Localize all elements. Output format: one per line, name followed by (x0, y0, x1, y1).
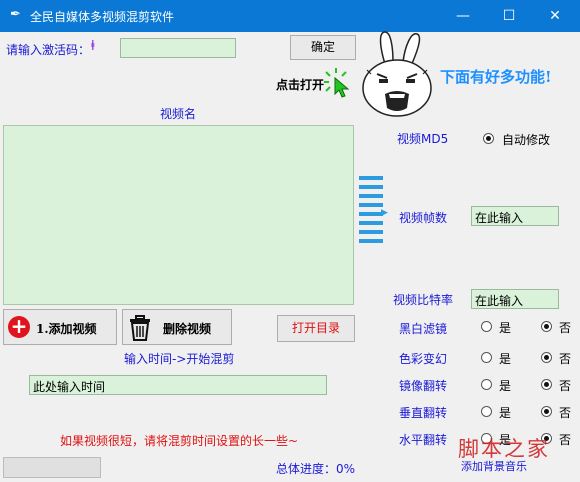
no-label: 否 (559, 321, 572, 335)
window-title: 全民自媒体多视频混剪软件 (30, 10, 175, 24)
no-label: 否 (559, 352, 572, 366)
fps-input[interactable]: 在此输入 (471, 206, 559, 226)
more-features-text: 下面有好多功能! (440, 68, 552, 86)
title-bar: ✒ 全民自媒体多视频混剪软件 — ☐ ✕ (0, 0, 580, 32)
no-label: 否 (559, 406, 572, 420)
yes-radio[interactable] (481, 321, 492, 332)
confirm-button[interactable]: 确定 (290, 35, 356, 60)
rabbit-mascot-icon (362, 31, 432, 117)
yes-label: 是 (499, 321, 512, 335)
add-video-label: 1.添加视频 (36, 322, 97, 336)
video-list[interactable] (3, 125, 354, 305)
toggle-label: 镜像翻转 (399, 379, 448, 393)
arrow-bars-icon (359, 176, 383, 243)
progress-bar (3, 457, 101, 478)
md5-auto-radio[interactable] (483, 133, 494, 144)
yes-label: 是 (499, 379, 512, 393)
add-video-button[interactable]: + 1.添加视频 (3, 309, 117, 345)
no-radio[interactable] (541, 379, 552, 390)
feather-icon: ✒ (10, 7, 21, 22)
yes-label: 是 (499, 406, 512, 420)
md5-label: 视频MD5 (397, 132, 449, 146)
toggle-row-color: 色彩变幻 是 否 (0, 345, 580, 372)
hint-text: 如果视频很短，请将混剪时间设置的长一些~ (60, 434, 299, 448)
toggle-row-vflip: 垂直翻转 是 否 (0, 399, 580, 426)
toggle-label: 色彩变幻 (399, 352, 448, 366)
no-label: 否 (559, 433, 572, 447)
click-open-link[interactable]: 点击打开 (276, 76, 324, 93)
cursor-click-icon (324, 68, 350, 98)
fps-label: 视频帧数 (399, 211, 448, 225)
yes-label: 是 (499, 352, 512, 366)
delete-video-button[interactable]: 删除视频 (122, 309, 232, 345)
yes-radio[interactable] (481, 406, 492, 417)
trash-icon (130, 315, 150, 341)
bitrate-label: 视频比特率 (393, 293, 454, 307)
add-bgm-link[interactable]: 添加背景音乐 (461, 458, 527, 474)
progress-label: 总体进度：0% (276, 462, 356, 476)
activation-label: 请输入激活码： (6, 43, 91, 57)
plus-icon: + (8, 316, 30, 338)
minimize-button[interactable]: — (440, 0, 486, 32)
yes-radio[interactable] (481, 379, 492, 390)
arrow-right-icon: ▶ (381, 208, 388, 218)
no-radio[interactable] (541, 321, 552, 332)
open-directory-button[interactable]: 打开目录 (277, 315, 355, 342)
video-list-header: 视频名 (160, 107, 197, 121)
no-radio[interactable] (541, 406, 552, 417)
time-label: 输入时间->开始混剪 (124, 352, 235, 366)
delete-video-label: 删除视频 (163, 322, 212, 336)
toggle-label: 水平翻转 (399, 433, 448, 447)
md5-auto-label: 自动修改 (502, 133, 551, 147)
yes-radio[interactable] (481, 352, 492, 363)
no-radio[interactable] (541, 352, 552, 363)
activation-code-input[interactable] (120, 38, 236, 58)
no-label: 否 (559, 379, 572, 393)
bitrate-input[interactable]: 在此输入 (471, 289, 559, 309)
toggle-label: 黑白滤镜 (399, 322, 448, 336)
time-input[interactable]: 此处输入时间 (29, 375, 327, 395)
key-icon: ⱡ (91, 39, 95, 54)
maximize-button[interactable]: ☐ (486, 0, 532, 32)
toggle-label: 垂直翻转 (399, 406, 448, 420)
close-button[interactable]: ✕ (532, 0, 578, 32)
